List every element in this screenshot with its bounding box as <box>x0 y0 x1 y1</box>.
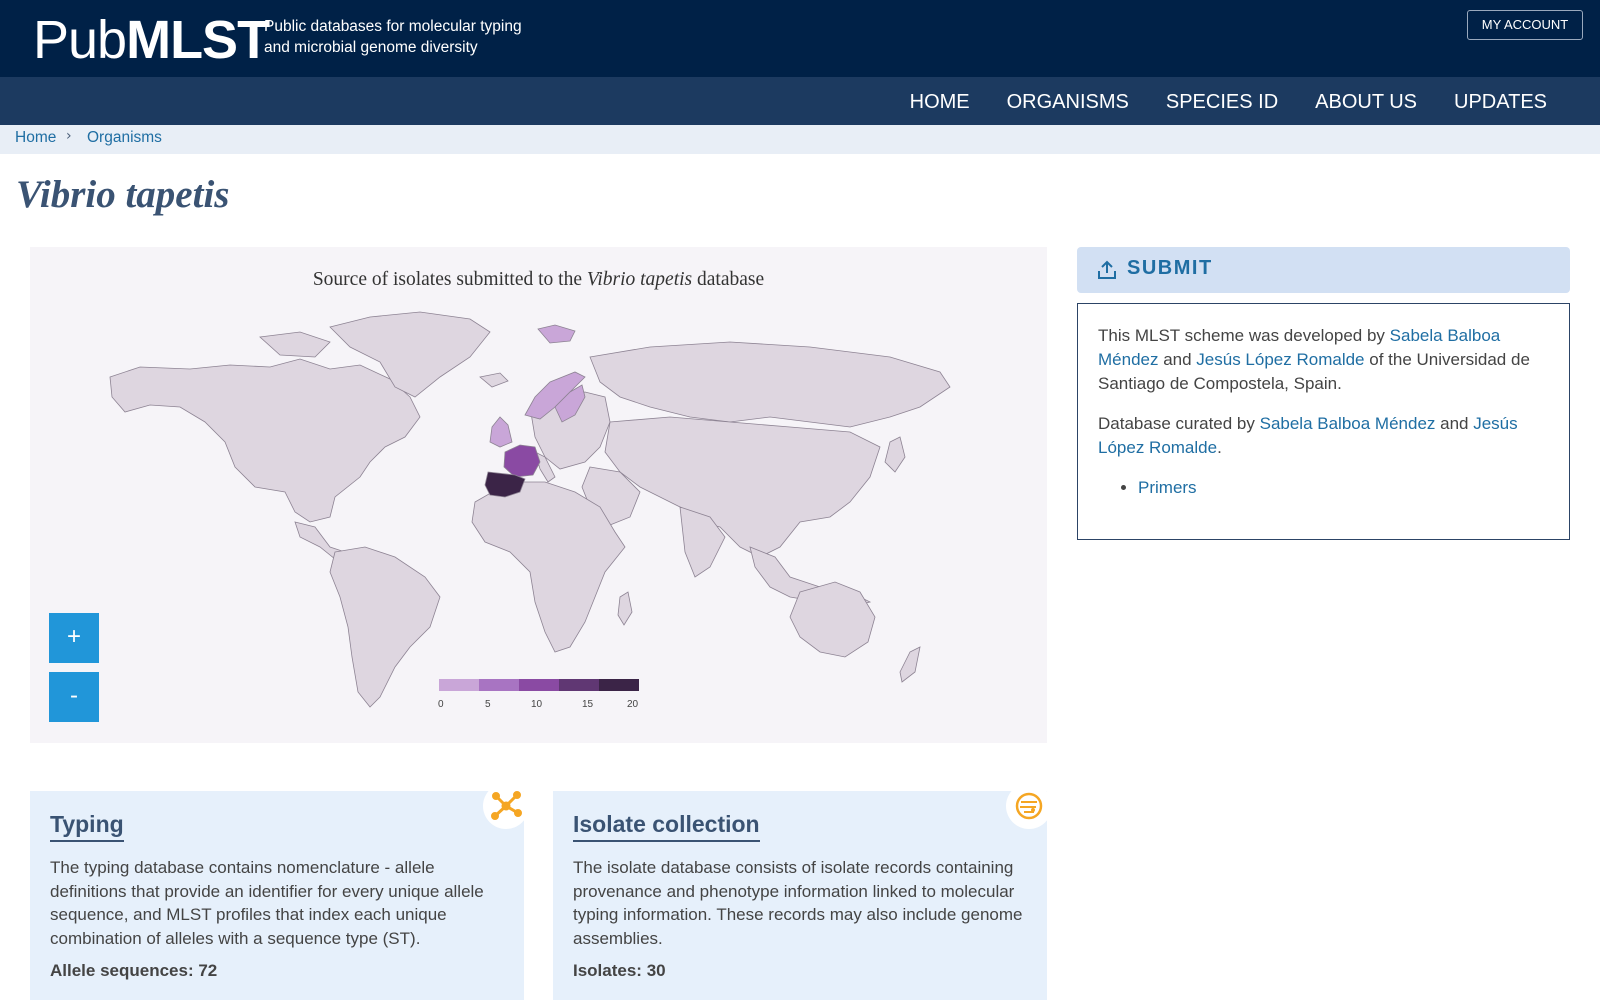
main-nav: HOME ORGANISMS SPECIES ID ABOUT US UPDAT… <box>0 77 1600 125</box>
site-logo[interactable]: PubMLST <box>33 10 270 70</box>
map-title: Source of isolates submitted to the Vibr… <box>30 269 1047 291</box>
typing-card-title[interactable]: Typing <box>50 811 124 842</box>
upload-icon <box>1096 259 1118 285</box>
map-legend <box>439 679 639 691</box>
isolates-count: Isolates: 30 <box>573 961 666 980</box>
site-tagline: Public databases for molecular typing an… <box>264 16 564 58</box>
nav-item-about-us[interactable]: ABOUT US <box>1315 77 1417 125</box>
typing-card-text: The typing database contains nomenclatur… <box>50 858 484 948</box>
map-countries <box>109 311 951 708</box>
isolate-card-text: The isolate database consists of isolate… <box>573 858 1023 948</box>
scheme-info-box: This MLST scheme was developed by Sabela… <box>1077 303 1570 540</box>
map-country-france <box>503 444 541 478</box>
legend-label: 15 <box>582 699 594 710</box>
legend-swatch <box>479 679 519 691</box>
nav-item-organisms[interactable]: ORGANISMS <box>1007 77 1129 125</box>
info-text: and <box>1435 414 1474 433</box>
legend-swatch <box>599 679 639 691</box>
resource-list: Primers <box>1138 476 1549 500</box>
nav-item-updates[interactable]: UPDATES <box>1454 77 1547 125</box>
tagline-line-2: and microbial genome diversity <box>264 39 478 56</box>
map-country-south-america <box>329 546 441 708</box>
petri-dish-icon <box>1006 783 1052 829</box>
nav-item-species-id[interactable]: SPECIES ID <box>1166 77 1278 125</box>
map-country-svalbard <box>537 324 576 344</box>
scheme-developers: This MLST scheme was developed by Sabela… <box>1098 324 1549 396</box>
logo-text-light: Pub <box>33 10 127 70</box>
map-title-pre: Source of isolates submitted to the <box>312 269 587 290</box>
map-country-united-kingdom <box>489 416 513 448</box>
info-text: and <box>1158 350 1197 369</box>
my-account-button[interactable]: MY ACCOUNT <box>1467 10 1583 40</box>
map-country-australia <box>789 581 876 658</box>
zoom-in-button[interactable]: + <box>49 613 99 663</box>
info-text: This MLST scheme was developed by <box>1098 326 1390 345</box>
isolate-map-card: Source of isolates submitted to the Vibr… <box>30 247 1047 743</box>
legend-swatch <box>559 679 599 691</box>
map-highlighted <box>484 324 586 498</box>
tagline-line-1: Public databases for molecular typing <box>264 18 522 35</box>
curator-link-balboa[interactable]: Sabela Balboa Méndez <box>1260 414 1436 433</box>
submit-label: SUBMIT <box>1127 257 1213 279</box>
page-title: Vibrio tapetis <box>16 173 230 216</box>
world-map[interactable] <box>30 247 1047 743</box>
map-country-asia-central <box>604 416 881 558</box>
site-header: PubMLST Public databases for molecular t… <box>0 0 1600 77</box>
isolate-card: Isolate collection The isolate database … <box>553 783 1052 1000</box>
nav-item-home[interactable]: HOME <box>910 77 970 125</box>
map-country-iceland <box>479 372 509 388</box>
legend-swatch <box>439 679 479 691</box>
map-title-post: database <box>692 269 765 290</box>
map-country-japan <box>884 436 906 473</box>
legend-label: 10 <box>531 699 543 710</box>
legend-label: 0 <box>438 699 444 710</box>
typing-card: Typing The typing database contains nome… <box>30 783 529 1000</box>
scheme-curators: Database curated by Sabela Balboa Méndez… <box>1098 412 1549 460</box>
breadcrumb-organisms[interactable]: Organisms <box>87 129 162 147</box>
map-country-madagascar <box>617 591 633 626</box>
info-text: Database curated by <box>1098 414 1260 433</box>
logo-text-bold: MLST <box>126 10 270 70</box>
legend-label: 5 <box>485 699 491 710</box>
nav-list: HOME ORGANISMS SPECIES ID ABOUT US UPDAT… <box>873 77 1547 125</box>
typing-network-icon <box>483 783 529 829</box>
map-title-species: Vibrio tapetis <box>586 269 693 290</box>
map-country-russia <box>589 341 951 428</box>
zoom-out-button[interactable]: - <box>49 672 99 722</box>
legend-label: 20 <box>627 699 639 710</box>
allele-sequences-count: Allele sequences: 72 <box>50 961 218 980</box>
breadcrumb: Home › Organisms <box>0 125 1600 154</box>
map-country-new-zealand <box>899 646 921 683</box>
legend-swatch <box>519 679 559 691</box>
breadcrumb-home[interactable]: Home <box>15 129 56 147</box>
developer-link-romalde[interactable]: Jesús López Romalde <box>1196 350 1364 369</box>
chevron-right-icon: › <box>66 128 72 144</box>
map-country-north-america <box>109 358 421 523</box>
list-item: Primers <box>1138 476 1549 500</box>
info-text: . <box>1217 438 1222 457</box>
map-country-canada-islands <box>259 331 331 358</box>
primers-link[interactable]: Primers <box>1138 478 1197 497</box>
submit-button[interactable]: SUBMIT <box>1077 247 1570 293</box>
isolate-card-title[interactable]: Isolate collection <box>573 811 760 842</box>
